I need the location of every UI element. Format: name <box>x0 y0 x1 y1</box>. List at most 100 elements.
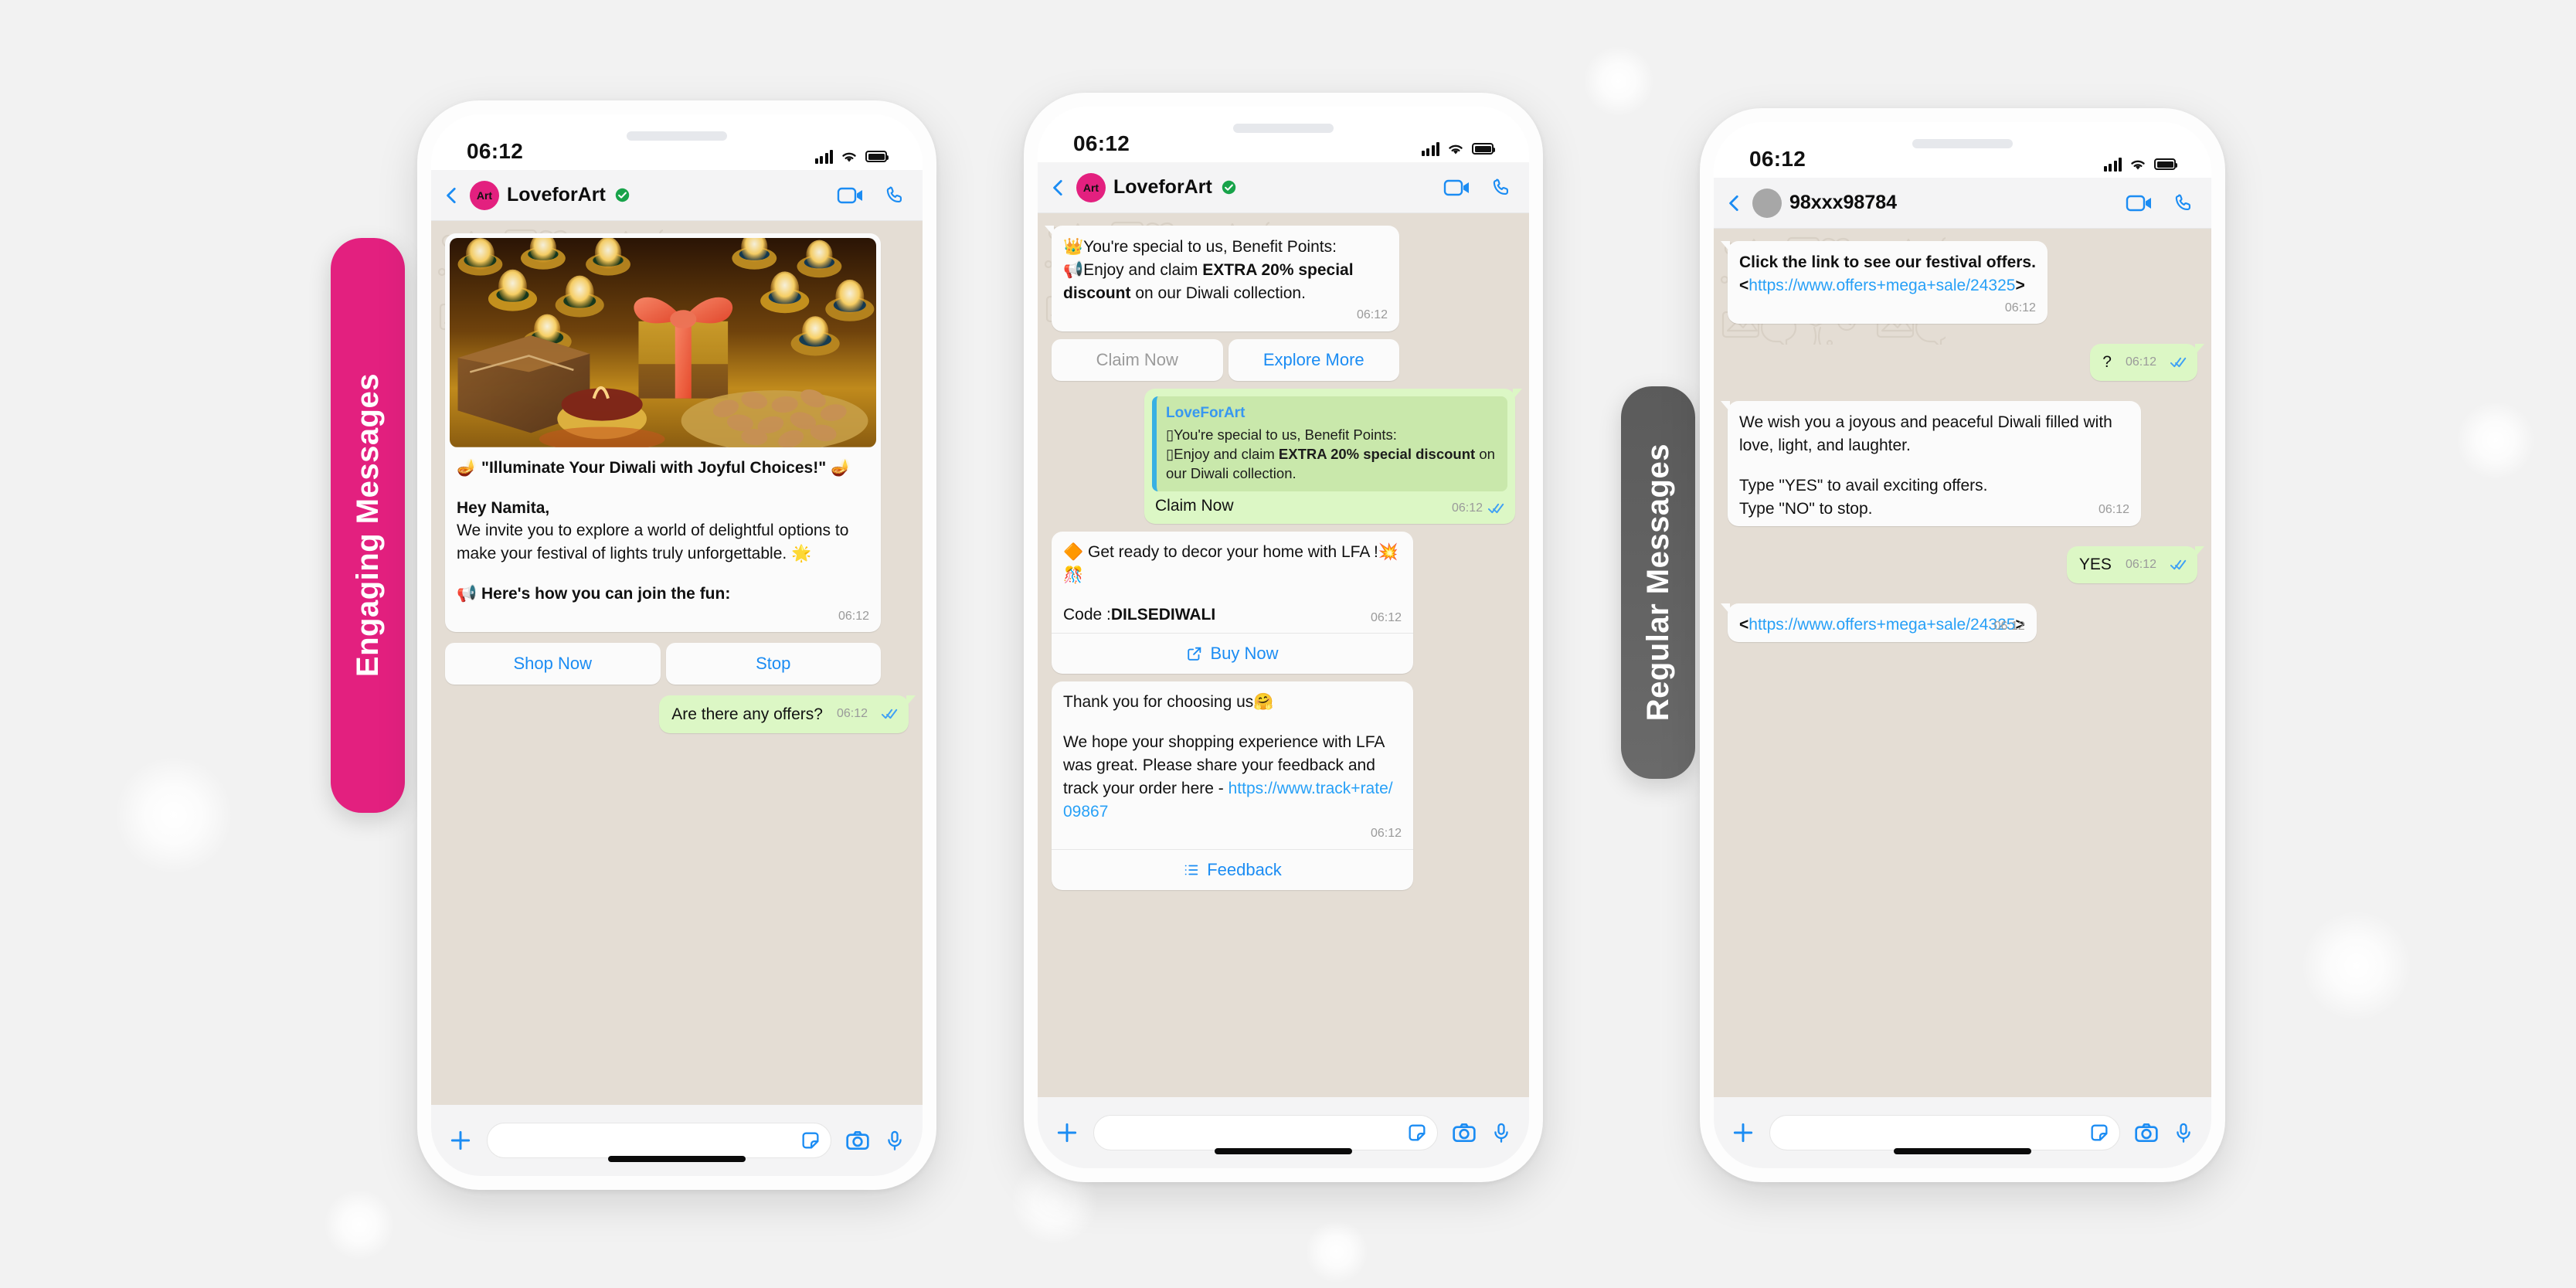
claim-now-button[interactable]: Claim Now <box>1052 339 1223 382</box>
quoted-block: LoveForArt ▯You're special to us, Benefi… <box>1152 396 1507 492</box>
stop-button[interactable]: Stop <box>665 642 881 685</box>
battery-icon <box>2154 158 2177 170</box>
signal-bars-icon <box>2103 157 2122 172</box>
video-call-icon[interactable] <box>837 185 865 206</box>
sticker-icon[interactable] <box>2088 1122 2110 1144</box>
outgoing-text: Are there any offers? <box>671 705 823 723</box>
incoming-message-benefit[interactable]: 👑You're special to us, Benefit Points: 📢… <box>1045 226 1399 332</box>
chat-body-2[interactable]: 👑You're special to us, Benefit Points: 📢… <box>1038 213 1529 1097</box>
benefit-line-2-post: on our Diwali collection. <box>1130 284 1306 302</box>
message-image-wrap <box>445 233 881 447</box>
wifi-icon <box>1449 144 1463 154</box>
phone-frame-3: 06:12 98xxx98784 Click the link to see o… <box>1700 108 2225 1182</box>
quick-reply-buttons-2: Claim Now Explore More <box>1052 339 1399 382</box>
benefit-line-2: 📢Enjoy and claim EXTRA 20% special disco… <box>1063 259 1388 305</box>
outgoing-message[interactable]: Are there any offers? 06:12 <box>659 695 916 734</box>
message-time: 06:12 <box>836 707 868 721</box>
sticker-icon[interactable] <box>1406 1122 1428 1144</box>
diwali-diyas-gift-nuts-photo <box>450 238 876 447</box>
message-time: 06:12 <box>2125 557 2156 571</box>
offers-link[interactable]: https://www.offers+mega+sale/24325 <box>1748 277 2015 294</box>
chat-body-3[interactable]: Click the link to see our festival offer… <box>1714 229 2211 1097</box>
status-bar: 06:12 <box>1038 107 1529 162</box>
plus-icon[interactable] <box>1055 1120 1079 1145</box>
bokeh-dot <box>325 1190 394 1259</box>
back-chevron-icon[interactable] <box>442 185 462 206</box>
incoming-message-wish[interactable]: We wish you a joyous and peaceful Diwali… <box>1720 401 2142 527</box>
phone-call-icon[interactable] <box>2173 192 2194 213</box>
shop-now-button[interactable]: Shop Now <box>445 642 661 685</box>
avatar[interactable] <box>1752 188 1782 218</box>
phone-call-icon[interactable] <box>1491 177 1512 198</box>
message-card-thanks[interactable]: Thank you for choosing us🤗 We hope your … <box>1052 681 1413 891</box>
bokeh-dot <box>1306 1221 1368 1283</box>
notch-speaker <box>1233 124 1334 133</box>
link-suffix: > <box>2015 276 2025 294</box>
microphone-icon[interactable] <box>884 1128 906 1153</box>
bokeh-dot <box>116 757 232 873</box>
sticker-icon[interactable] <box>800 1130 821 1151</box>
microphone-icon[interactable] <box>2173 1120 2194 1145</box>
chat-header-3: 98xxx98784 <box>1714 178 2211 229</box>
message-card-promo[interactable]: 🪔 "Illuminate Your Diwali with Joyful Ch… <box>445 233 881 632</box>
back-chevron-icon[interactable] <box>1725 193 1745 213</box>
decor-line-1: 🔶 Get ready to decor your home with LFA … <box>1063 542 1398 584</box>
offers-link[interactable]: https://www.offers+mega+sale/24325 <box>1748 616 2015 634</box>
incoming-message-offer-link[interactable]: Click the link to see our festival offer… <box>1721 241 2048 325</box>
feedback-button[interactable]: Feedback <box>1052 850 1413 890</box>
regular-messages-label: Regular Messages <box>1640 443 1675 722</box>
phone-screen-2: 06:12 Art LoveforArt 👑You're special to … <box>1038 107 1529 1168</box>
message-time: 06:12 <box>2125 355 2156 369</box>
camera-icon[interactable] <box>2134 1120 2159 1145</box>
outgoing-message[interactable]: ? 06:12 <box>2090 344 2204 382</box>
outgoing-quoted-reply[interactable]: LoveForArt ▯You're special to us, Benefi… <box>1144 389 1522 524</box>
battery-icon <box>865 151 889 162</box>
outgoing-message[interactable]: YES 06:12 <box>2066 546 2205 583</box>
message-time: 06:12 <box>1370 827 1402 841</box>
avatar[interactable]: Art <box>470 180 499 210</box>
buy-now-button[interactable]: Buy Now <box>1052 634 1413 674</box>
phone-frame-2: 06:12 Art LoveforArt 👑You're special to … <box>1024 93 1543 1182</box>
message-time: 06:12 <box>1356 308 1388 322</box>
wifi-icon <box>2131 160 2145 169</box>
message-input[interactable] <box>1769 1115 2120 1150</box>
plus-icon[interactable] <box>1731 1120 1755 1145</box>
avatar[interactable]: Art <box>1076 172 1106 202</box>
status-bar: 06:12 <box>1714 122 2211 178</box>
plus-icon[interactable] <box>448 1128 473 1153</box>
link-prefix: < <box>1739 615 1749 634</box>
message-closing: 📢 Here's how you can join the fun: <box>457 584 731 603</box>
message-time: 06:12 <box>2098 503 2130 517</box>
wish-instruction-1: Type "YES" to avail exciting offers. <box>1739 476 1988 494</box>
quoted-line-1: ▯You're special to us, Benefit Points: <box>1166 427 1397 443</box>
video-call-icon[interactable] <box>2126 193 2153 213</box>
message-paragraph: We invite you to explore a world of deli… <box>457 522 849 563</box>
signal-bars-icon <box>1421 141 1439 156</box>
engaging-messages-label: Engaging Messages <box>350 373 385 678</box>
link-only-line: <https://www.offers+mega+sale/24325> <box>1739 613 2025 637</box>
message-input[interactable] <box>1093 1115 1438 1150</box>
phone-call-icon[interactable] <box>885 185 906 206</box>
thanks-line-1: Thank you for choosing us🤗 <box>1063 693 1274 712</box>
chat-body-1[interactable]: 🪔 "Illuminate Your Diwali with Joyful Ch… <box>431 221 923 1105</box>
camera-icon[interactable] <box>845 1128 870 1153</box>
code-label: Code : <box>1063 606 1111 624</box>
link-prefix: < <box>1739 276 1749 294</box>
verified-badge-icon <box>615 188 630 202</box>
message-headline: 🪔 "Illuminate Your Diwali with Joyful Ch… <box>457 458 851 477</box>
message-card-decor[interactable]: 🔶 Get ready to decor your home with LFA … <box>1052 531 1413 675</box>
message-input[interactable] <box>487 1123 831 1158</box>
chat-title: LoveforArt <box>507 184 606 206</box>
bokeh-dot <box>2302 912 2411 1020</box>
video-call-icon[interactable] <box>1443 178 1471 198</box>
message-time: 06:12 <box>838 609 869 623</box>
explore-more-button[interactable]: Explore More <box>1228 339 1399 382</box>
read-double-check-icon <box>2170 358 2187 368</box>
composer-1 <box>431 1105 923 1176</box>
incoming-message-link-only[interactable]: <https://www.offers+mega+sale/24325> 06:… <box>1721 603 2037 643</box>
status-clock: 06:12 <box>467 139 524 163</box>
microphone-icon[interactable] <box>1490 1120 1512 1145</box>
back-chevron-icon[interactable] <box>1048 178 1069 198</box>
camera-icon[interactable] <box>1452 1120 1477 1145</box>
reply-text: Claim Now <box>1155 497 1234 515</box>
